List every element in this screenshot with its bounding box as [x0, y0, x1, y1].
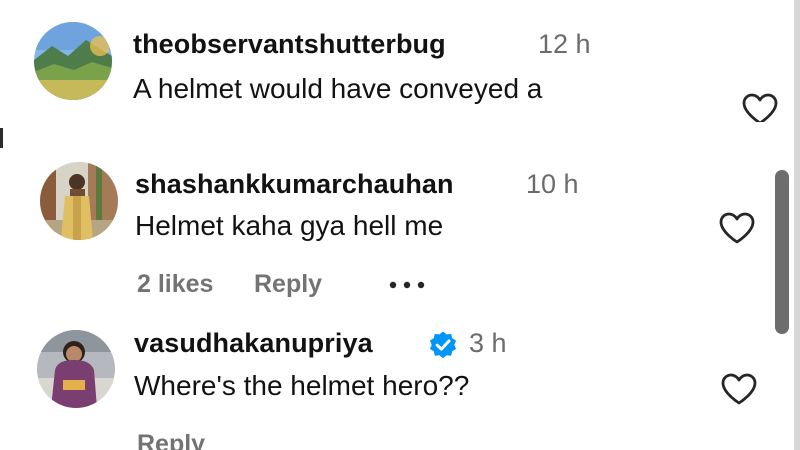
scrollbar[interactable] — [775, 170, 789, 334]
comment-text: A helmet would have conveyed a — [133, 73, 543, 104]
reply-button[interactable]: Reply — [137, 430, 205, 450]
comment-text: Helmet kaha gya hell me — [135, 210, 444, 241]
timestamp: 3 h — [469, 328, 507, 358]
more-options-icon[interactable] — [387, 279, 427, 291]
avatar[interactable] — [34, 22, 112, 100]
avatar[interactable] — [40, 162, 118, 240]
window-edge — [794, 0, 800, 450]
heart-outline-icon[interactable] — [718, 211, 756, 245]
heart-outline-icon[interactable] — [720, 372, 758, 406]
username[interactable]: shashankkumarchauhan — [135, 169, 454, 200]
timestamp: 10 h — [526, 169, 579, 199]
comment-text: Where's the helmet hero?? — [134, 370, 470, 401]
comment-item: shashankkumarchauhan 10 h Helmet kaha gy… — [0, 148, 780, 332]
username[interactable]: vasudhakanupriya — [134, 328, 373, 359]
username[interactable]: theobservantshutterbug — [133, 29, 446, 60]
comment-item: vasudhakanupriya 3 h Where's the helmet … — [0, 322, 780, 450]
reply-button[interactable]: Reply — [254, 270, 322, 299]
likes-count[interactable]: 2 likes — [137, 270, 213, 299]
comment-item: theobservantshutterbug 12 h A helmet wou… — [0, 0, 780, 122]
timestamp: 12 h — [538, 29, 591, 59]
verified-badge-icon — [429, 331, 457, 359]
comments-panel: theobservantshutterbug 12 h A helmet wou… — [0, 0, 800, 450]
avatar[interactable] — [37, 330, 115, 408]
heart-outline-icon[interactable] — [741, 92, 779, 122]
